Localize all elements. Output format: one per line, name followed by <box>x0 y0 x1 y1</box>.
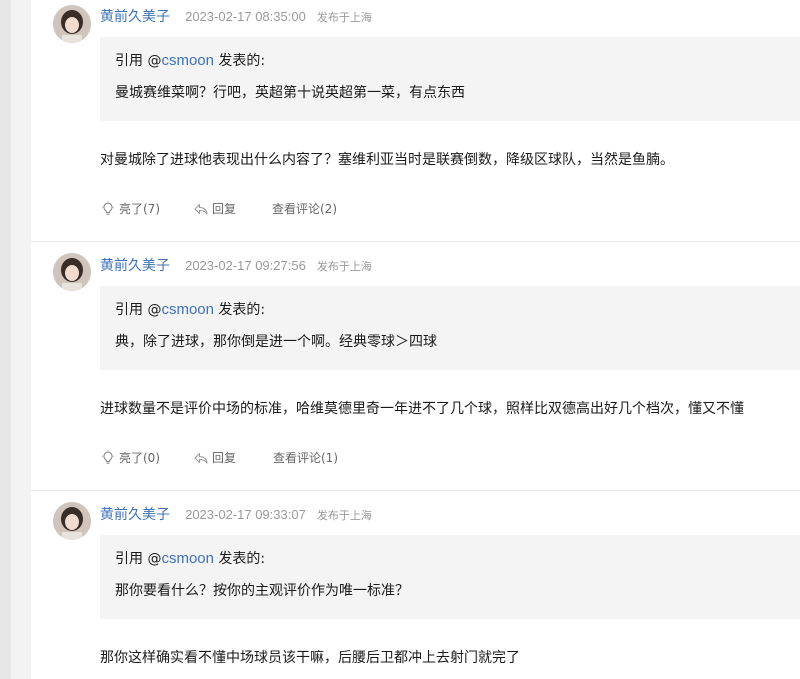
quote-header: 引用 @csmoon 发表的: <box>115 300 265 320</box>
quoted-user-link[interactable]: csmoon <box>161 52 214 69</box>
post-location: 发布于上海 <box>316 11 372 24</box>
quote-suffix: 发表的: <box>213 551 266 567</box>
quote-suffix: 发表的: <box>213 53 266 69</box>
quoted-user-link[interactable]: csmoon <box>161 301 214 318</box>
view-comments-button[interactable]: 查看评论(2) <box>272 199 337 219</box>
view-comments-label: 查看评论(1) <box>273 451 338 465</box>
quote-block: 引用 @csmoon 发表的: 曼城赛维菜啊？行吧，英超第十说英超第一菜，有点东… <box>100 37 800 121</box>
quote-text: 曼城赛维菜啊？行吧，英超第十说英超第一菜，有点东西 <box>115 85 465 101</box>
comment-list: 黄前久美子 2023-02-17 08:35:00 发布于上海 引用 @csmo… <box>31 0 800 679</box>
quote-header: 引用 @csmoon 发表的: <box>115 549 265 569</box>
avatar-image <box>53 5 91 43</box>
reply-text: 那你这样确实看不懂中场球员该干嘛，后腰后卫都冲上去射门就完了 <box>100 650 520 666</box>
reply-text: 对曼城除了进球他表现出什么内容了？塞维利亚当时是联赛倒数，降级区球队，当然是鱼腩… <box>100 152 674 168</box>
avatar[interactable] <box>53 502 91 540</box>
left-rail <box>0 0 11 679</box>
quote-text: 那你要看什么？按你的主观评价作为唯一标准？ <box>115 583 409 599</box>
quote-prefix: 引用 @ <box>115 53 162 69</box>
quoted-user-link[interactable]: csmoon <box>161 550 214 567</box>
avatar[interactable] <box>53 253 91 291</box>
reply-button[interactable]: 回复 <box>193 448 236 468</box>
divider <box>31 241 800 242</box>
post-timestamp: 2023-02-17 08:35:00 <box>185 9 306 24</box>
quote-block: 引用 @csmoon 发表的: 典，除了进球，那你倒是进一个啊。经典零球＞四球 <box>100 286 800 370</box>
reply-arrow-icon <box>193 201 209 217</box>
comment-meta: 黄前久美子 2023-02-17 09:27:56 发布于上海 <box>100 255 372 275</box>
author-name[interactable]: 黄前久美子 <box>100 9 170 25</box>
avatar-image <box>53 502 91 540</box>
view-comments-button[interactable]: 查看评论(1) <box>273 448 338 468</box>
reply-label: 回复 <box>212 451 237 465</box>
comment-meta: 黄前久美子 2023-02-17 09:33:07 发布于上海 <box>100 504 372 524</box>
quote-header: 引用 @csmoon 发表的: <box>115 51 265 71</box>
post-location: 发布于上海 <box>316 509 372 522</box>
divider <box>31 490 800 491</box>
reply-label: 回复 <box>212 202 237 216</box>
avatar-image <box>53 253 91 291</box>
like-button[interactable]: 亮了(0) <box>100 448 160 468</box>
quote-block: 引用 @csmoon 发表的: 那你要看什么？按你的主观评价作为唯一标准？ <box>100 535 800 619</box>
reply-arrow-icon <box>193 450 209 466</box>
reply-text: 进球数量不是评价中场的标准，哈维莫德里奇一年进不了几个球，照样比双德高出好几个档… <box>100 401 744 417</box>
like-label: 亮了(7) <box>119 202 160 216</box>
quote-suffix: 发表的: <box>213 302 266 318</box>
quote-prefix: 引用 @ <box>115 551 162 567</box>
quote-prefix: 引用 @ <box>115 302 162 318</box>
view-comments-label: 查看评论(2) <box>272 202 337 216</box>
author-name[interactable]: 黄前久美子 <box>100 507 170 523</box>
quote-text: 典，除了进球，那你倒是进一个啊。经典零球＞四球 <box>115 334 437 350</box>
post-location: 发布于上海 <box>316 260 372 273</box>
comment-meta: 黄前久美子 2023-02-17 08:35:00 发布于上海 <box>100 6 372 26</box>
lightbulb-icon <box>100 201 116 217</box>
post-timestamp: 2023-02-17 09:27:56 <box>185 258 306 273</box>
reply-button[interactable]: 回复 <box>193 199 236 219</box>
avatar[interactable] <box>53 5 91 43</box>
author-name[interactable]: 黄前久美子 <box>100 258 170 274</box>
lightbulb-icon <box>100 450 116 466</box>
post-timestamp: 2023-02-17 09:33:07 <box>185 507 306 522</box>
like-label: 亮了(0) <box>119 451 160 465</box>
like-button[interactable]: 亮了(7) <box>100 199 160 219</box>
